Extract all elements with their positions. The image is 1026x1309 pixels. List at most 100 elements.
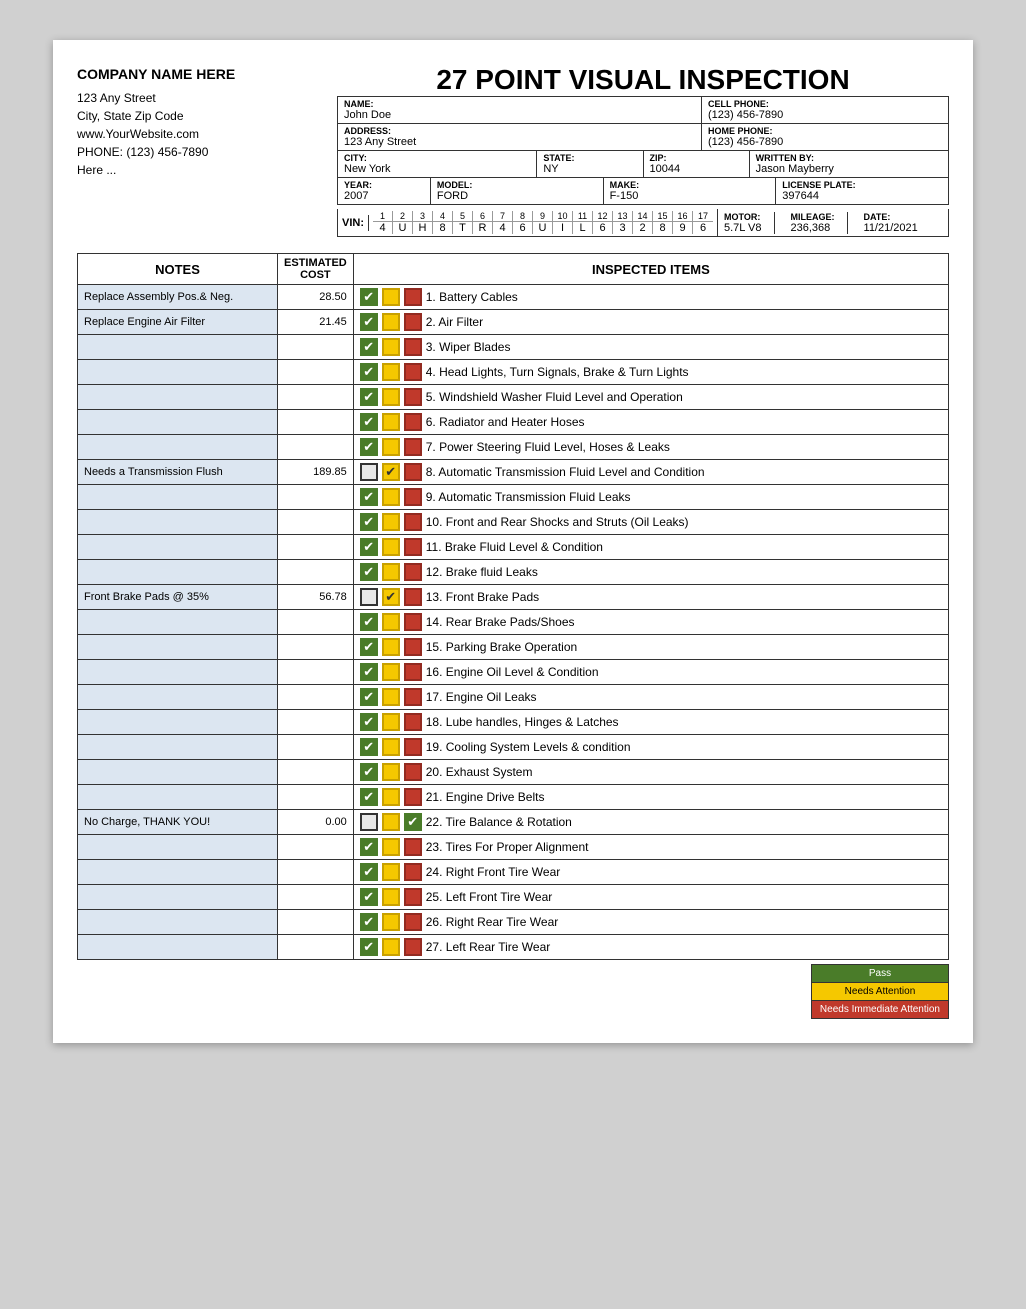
yellow-checkbox[interactable] <box>382 938 400 956</box>
yellow-checkbox[interactable] <box>382 513 400 531</box>
inspection-tbody: Replace Assembly Pos.& Neg.28.50✔1. Batt… <box>78 285 949 960</box>
green-checkbox[interactable]: ✔ <box>360 688 378 706</box>
green-checkbox[interactable] <box>360 588 378 606</box>
red-checkbox[interactable] <box>404 938 422 956</box>
make-cell: MAKE: F-150 <box>604 178 777 204</box>
yellow-checkbox[interactable]: ✔ <box>382 588 400 606</box>
item-cell: ✔23. Tires For Proper Alignment <box>353 835 948 860</box>
red-checkbox[interactable] <box>404 563 422 581</box>
red-checkbox[interactable] <box>404 588 422 606</box>
green-checkbox[interactable]: ✔ <box>360 338 378 356</box>
green-checkbox[interactable]: ✔ <box>360 738 378 756</box>
red-checkbox[interactable] <box>404 888 422 906</box>
red-checkbox[interactable] <box>404 913 422 931</box>
cost-cell <box>278 910 354 935</box>
yellow-checkbox[interactable]: ✔ <box>382 463 400 481</box>
yellow-checkbox[interactable] <box>382 638 400 656</box>
green-checkbox[interactable]: ✔ <box>360 488 378 506</box>
green-checkbox[interactable]: ✔ <box>360 438 378 456</box>
red-checkbox[interactable] <box>404 738 422 756</box>
year-label: YEAR: <box>344 180 424 190</box>
yellow-checkbox[interactable] <box>382 838 400 856</box>
green-checkbox[interactable]: ✔ <box>360 838 378 856</box>
yellow-checkbox[interactable] <box>382 613 400 631</box>
yellow-checkbox[interactable] <box>382 438 400 456</box>
red-checkbox[interactable] <box>404 413 422 431</box>
red-checkbox[interactable] <box>404 613 422 631</box>
red-checkbox[interactable] <box>404 338 422 356</box>
vin-numbers-top: 1 2 3 4 5 6 7 8 9 10 11 12 13 14 <box>373 211 713 222</box>
note-cell <box>78 835 278 860</box>
red-checkbox[interactable] <box>404 363 422 381</box>
green-checkbox[interactable]: ✔ <box>360 788 378 806</box>
yellow-checkbox[interactable] <box>382 338 400 356</box>
red-checkbox[interactable] <box>404 438 422 456</box>
red-checkbox[interactable] <box>404 288 422 306</box>
yellow-checkbox[interactable] <box>382 788 400 806</box>
yellow-checkbox[interactable] <box>382 313 400 331</box>
green-checkbox[interactable]: ✔ <box>360 563 378 581</box>
red-checkbox[interactable] <box>404 538 422 556</box>
green-checkbox[interactable]: ✔ <box>360 313 378 331</box>
yellow-checkbox[interactable] <box>382 363 400 381</box>
red-checkbox[interactable] <box>404 488 422 506</box>
green-checkbox[interactable]: ✔ <box>360 763 378 781</box>
yellow-checkbox[interactable] <box>382 863 400 881</box>
green-checkbox[interactable]: ✔ <box>360 638 378 656</box>
green-checkbox[interactable]: ✔ <box>360 413 378 431</box>
note-cell <box>78 335 278 360</box>
red-checkbox[interactable] <box>404 763 422 781</box>
red-checkbox[interactable] <box>404 513 422 531</box>
green-checkbox[interactable]: ✔ <box>360 863 378 881</box>
yellow-checkbox[interactable] <box>382 563 400 581</box>
green-checkbox[interactable] <box>360 463 378 481</box>
green-checkbox[interactable]: ✔ <box>360 888 378 906</box>
yellow-checkbox[interactable] <box>382 388 400 406</box>
green-checkbox[interactable]: ✔ <box>360 938 378 956</box>
green-checkbox[interactable]: ✔ <box>360 663 378 681</box>
green-checkbox[interactable]: ✔ <box>360 388 378 406</box>
yellow-checkbox[interactable] <box>382 663 400 681</box>
green-checkbox[interactable]: ✔ <box>360 713 378 731</box>
green-checkbox[interactable]: ✔ <box>360 288 378 306</box>
green-checkbox[interactable]: ✔ <box>360 363 378 381</box>
red-checkbox[interactable] <box>404 388 422 406</box>
red-checkbox[interactable] <box>404 663 422 681</box>
table-row: ✔11. Brake Fluid Level & Condition <box>78 535 949 560</box>
red-checkbox[interactable] <box>404 863 422 881</box>
green-checkbox[interactable]: ✔ <box>360 513 378 531</box>
red-checkbox[interactable] <box>404 713 422 731</box>
cost-cell <box>278 410 354 435</box>
yellow-checkbox[interactable] <box>382 688 400 706</box>
zip-label: ZIP: <box>650 153 743 163</box>
yellow-checkbox[interactable] <box>382 813 400 831</box>
red-checkbox[interactable]: ✔ <box>404 813 422 831</box>
yellow-checkbox[interactable] <box>382 538 400 556</box>
yellow-checkbox[interactable] <box>382 413 400 431</box>
cost-cell <box>278 885 354 910</box>
yellow-checkbox[interactable] <box>382 913 400 931</box>
item-label: 12. Brake fluid Leaks <box>426 565 942 579</box>
yellow-checkbox[interactable] <box>382 738 400 756</box>
yellow-checkbox[interactable] <box>382 488 400 506</box>
red-checkbox[interactable] <box>404 838 422 856</box>
green-checkbox[interactable] <box>360 813 378 831</box>
table-row: ✔3. Wiper Blades <box>78 335 949 360</box>
home-label: HOME PHONE: <box>708 126 942 136</box>
yellow-checkbox[interactable] <box>382 763 400 781</box>
green-checkbox[interactable]: ✔ <box>360 538 378 556</box>
yellow-checkbox[interactable] <box>382 888 400 906</box>
green-checkbox[interactable]: ✔ <box>360 613 378 631</box>
red-checkbox[interactable] <box>404 788 422 806</box>
yellow-checkbox[interactable] <box>382 713 400 731</box>
red-checkbox[interactable] <box>404 688 422 706</box>
red-checkbox[interactable] <box>404 638 422 656</box>
green-checkbox[interactable]: ✔ <box>360 913 378 931</box>
item-cell: ✔10. Front and Rear Shocks and Struts (O… <box>353 510 948 535</box>
customer-row-1: NAME: John Doe CELL PHONE: (123) 456-789… <box>338 97 948 124</box>
yellow-checkbox[interactable] <box>382 288 400 306</box>
red-checkbox[interactable] <box>404 313 422 331</box>
red-checkbox[interactable] <box>404 463 422 481</box>
item-cell: ✔21. Engine Drive Belts <box>353 785 948 810</box>
table-row: No Charge, THANK YOU!0.00✔22. Tire Balan… <box>78 810 949 835</box>
